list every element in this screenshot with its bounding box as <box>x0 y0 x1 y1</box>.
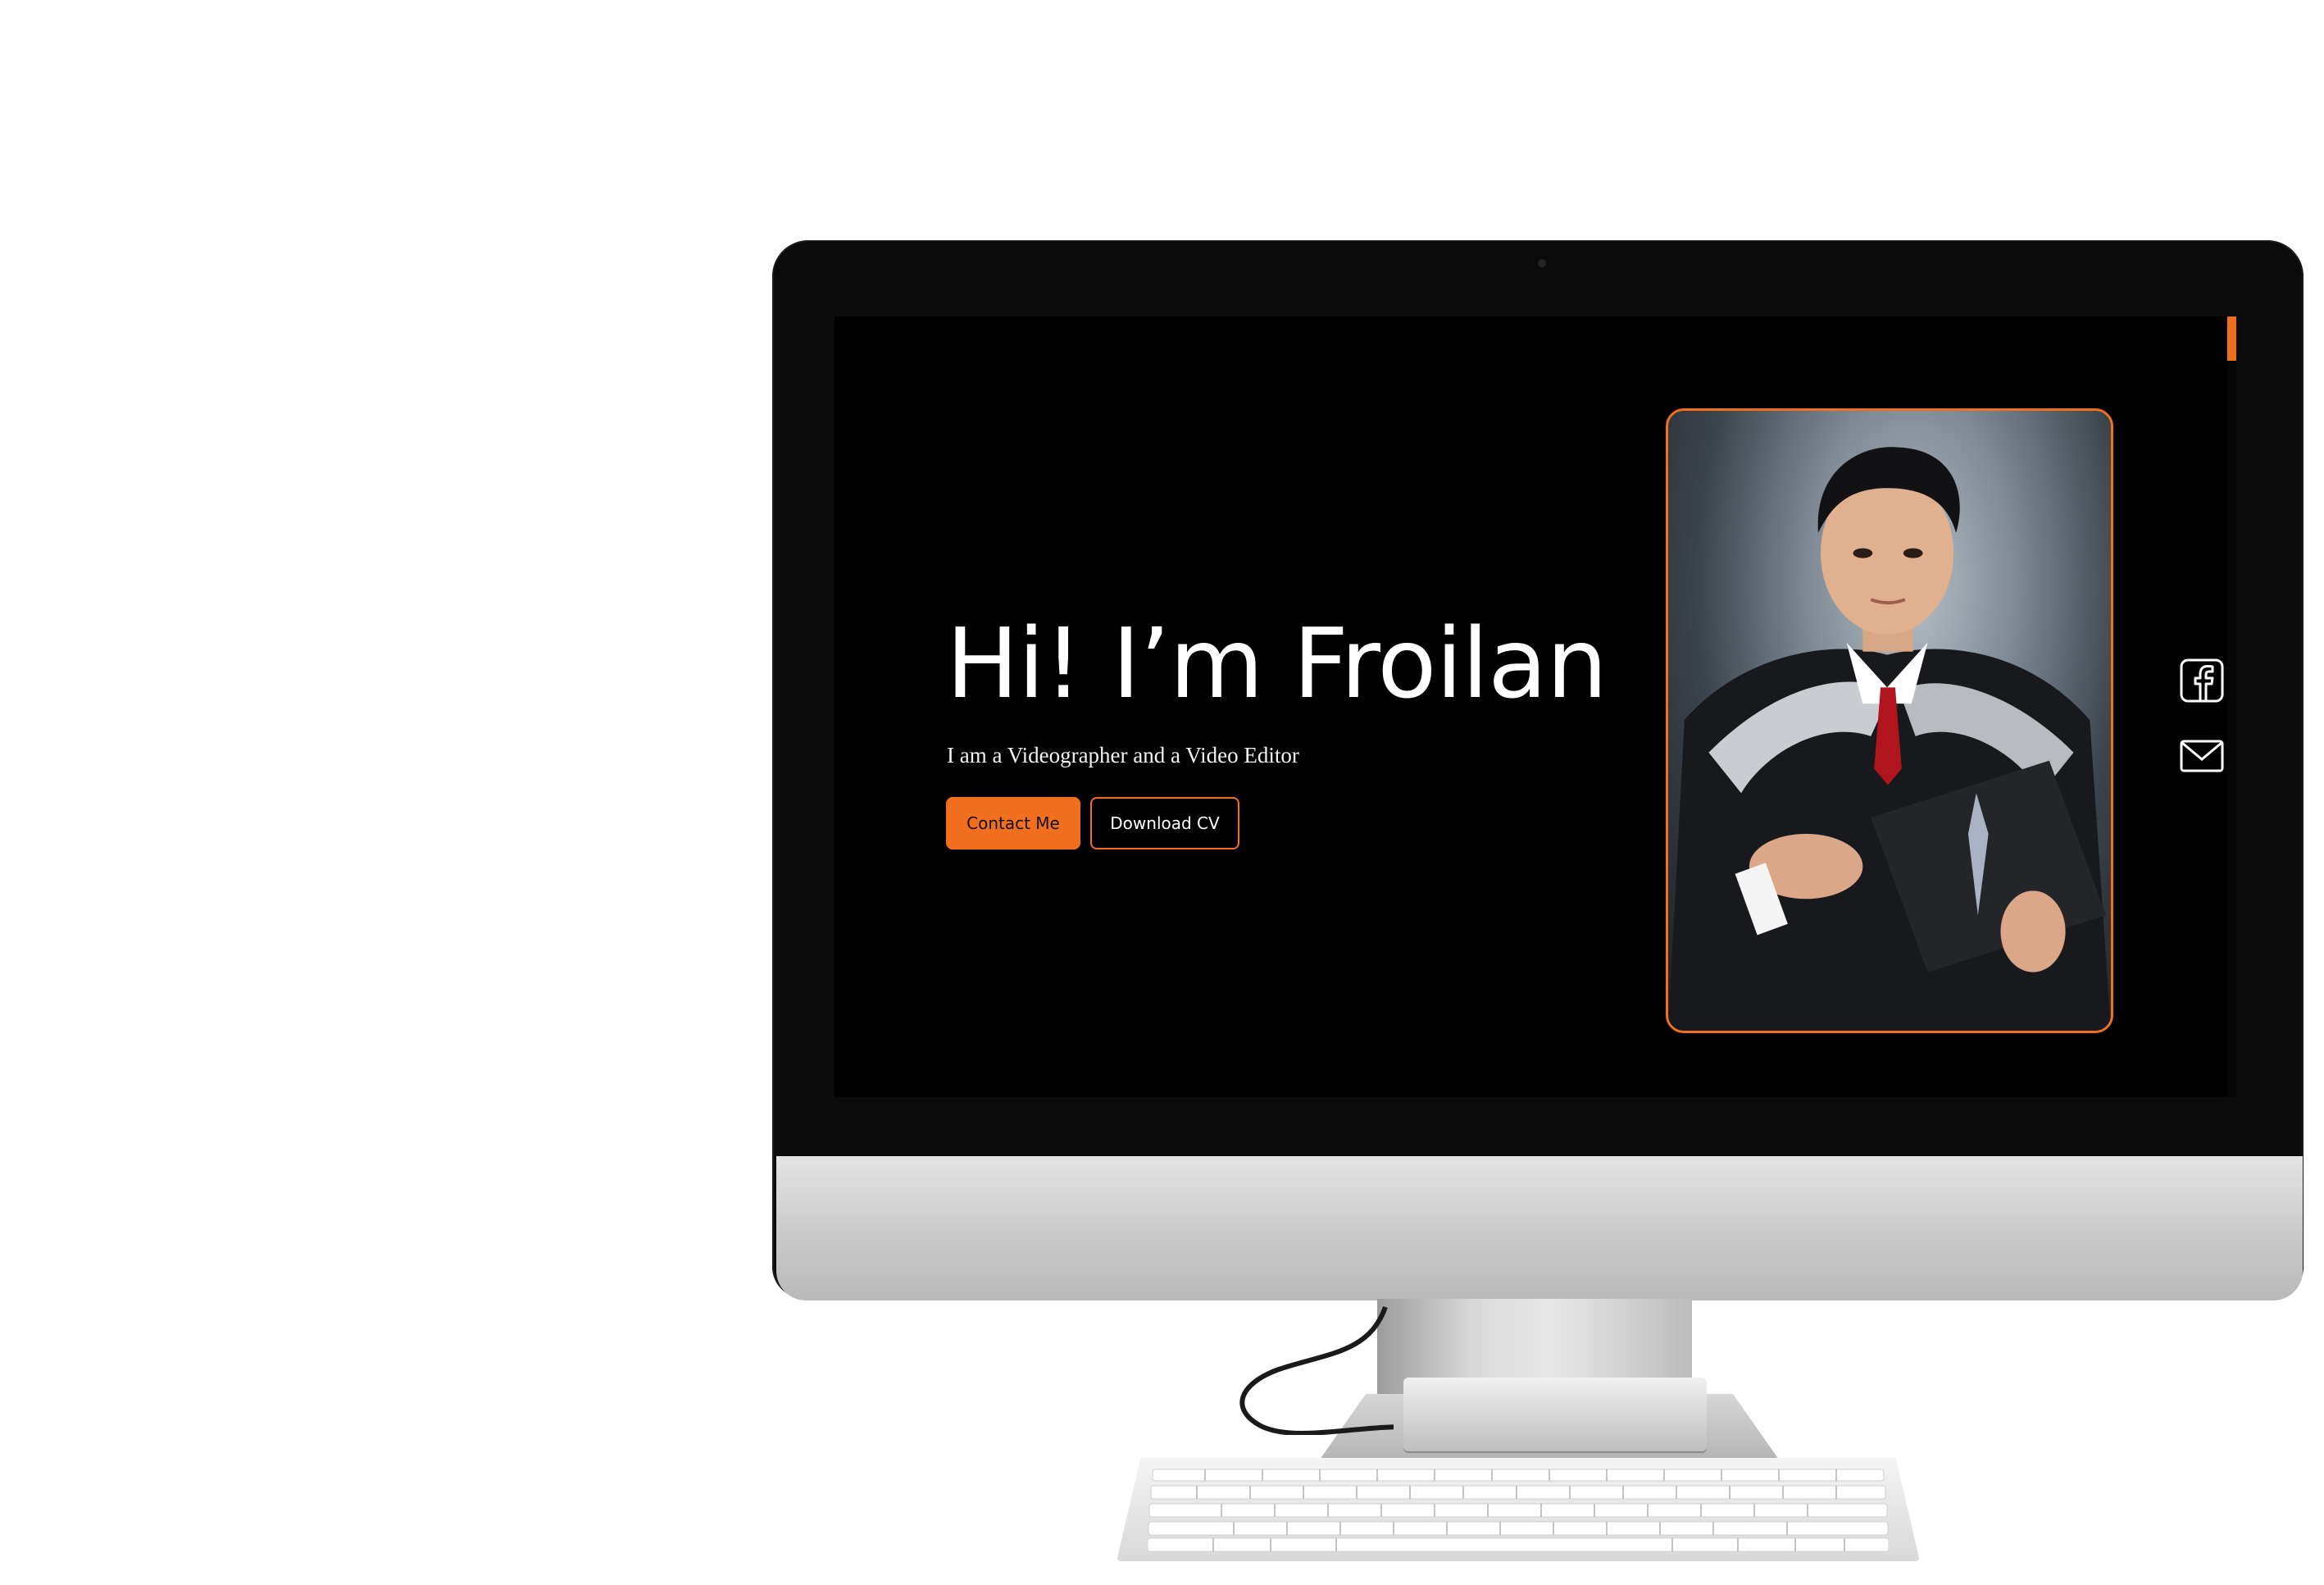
graduate-portrait-illustration <box>1668 447 2111 1031</box>
facebook-link[interactable] <box>2179 658 2225 704</box>
profile-photo <box>1666 408 2113 1033</box>
download-cv-button[interactable]: Download CV <box>1090 797 1239 849</box>
keyboard-keys <box>1148 1469 1889 1552</box>
contact-me-button[interactable]: Contact Me <box>946 797 1080 849</box>
scrollbar-track[interactable] <box>2227 361 2236 1097</box>
external-drive <box>1403 1378 1707 1451</box>
email-link[interactable] <box>2179 733 2225 779</box>
camera-icon <box>1538 259 1546 267</box>
cable <box>1239 1305 1394 1435</box>
website-viewport: Hi! I’m Froilan I am a Videographer and … <box>835 317 2236 1097</box>
hero-subtitle: I am a Videographer and a Video Editor <box>947 743 1299 767</box>
mail-icon <box>2180 740 2224 772</box>
monitor-chin <box>776 1156 2303 1300</box>
scrollbar-thumb[interactable] <box>2227 317 2236 361</box>
facebook-icon <box>2180 658 2224 703</box>
hero-title: Hi! I’m Froilan <box>946 607 1608 720</box>
